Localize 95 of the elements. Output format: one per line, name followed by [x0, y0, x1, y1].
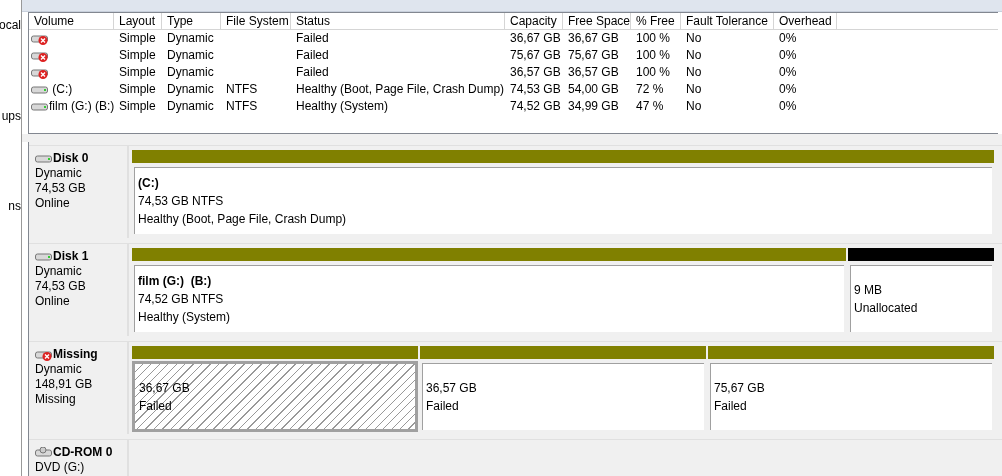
cd-drive-icon: [35, 446, 53, 459]
disk-info: Online: [35, 196, 71, 211]
disk-info: Dynamic: [35, 264, 83, 279]
partition-block[interactable]: 36,57 GB Failed: [420, 361, 706, 432]
table-cell: Simple: [119, 30, 156, 47]
partition-text: Healthy (Boot, Page File, Crash Dump): [138, 210, 348, 228]
table-cell: No: [686, 64, 702, 81]
partition-text: 36,57 GB: [426, 379, 478, 397]
failed-drive-icon: [31, 49, 49, 62]
partition-block[interactable]: 75,67 GB Failed: [708, 361, 994, 432]
table-cell: Healthy (Boot, Page File, Crash Dump): [296, 81, 505, 98]
table-cell: Simple: [119, 81, 156, 98]
partition-block[interactable]: (C:) 74,53 GB NTFS Healthy (Boot, Page File, Crash Dump): [132, 165, 994, 236]
table-cell: 36,57 GB: [510, 64, 561, 81]
table-cell: No: [686, 47, 702, 64]
drive-icon: [35, 250, 53, 263]
table-cell: No: [686, 81, 702, 98]
partition-text: Unallocated: [854, 299, 919, 317]
partition-text: 75,67 GB: [714, 379, 766, 397]
tree-item[interactable]: ns: [0, 197, 21, 215]
table-cell: NTFS: [226, 98, 258, 115]
table-cell: 0%: [779, 98, 797, 115]
disk-name: CD-ROM 0: [53, 445, 113, 460]
table-cell: 36,67 GB: [568, 30, 619, 47]
disk-name: Disk 1: [53, 249, 89, 264]
table-cell: Simple: [119, 47, 156, 64]
disk-info: 74,53 GB: [35, 279, 87, 294]
partition-text: Healthy (System): [138, 308, 232, 326]
partition-text: Failed: [426, 397, 460, 415]
table-cell: Failed: [296, 64, 329, 81]
table-cell: 0%: [779, 81, 797, 98]
table-cell: 0%: [779, 64, 797, 81]
table-cell: 54,00 GB: [568, 81, 619, 98]
disk-info: Dynamic: [35, 166, 83, 181]
table-cell: No: [686, 30, 702, 47]
table-cell: 36,67 GB: [510, 30, 561, 47]
disk-name: Missing: [53, 347, 98, 362]
table-cell: Dynamic: [167, 81, 214, 98]
table-cell: 36,57 GB: [568, 64, 619, 81]
partition-block[interactable]: 9 MB Unallocated: [848, 263, 994, 334]
table-cell: Dynamic: [167, 98, 214, 115]
partition-text: 74,52 GB NTFS: [138, 290, 225, 308]
table-cell: 100 %: [636, 47, 671, 64]
table-cell: Dynamic: [167, 64, 214, 81]
failed-drive-icon: [35, 348, 53, 361]
table-cell: Healthy (System): [296, 98, 389, 115]
drive-icon: [31, 100, 49, 113]
tree-item[interactable]: ups: [0, 107, 21, 125]
failed-drive-icon: [31, 66, 49, 79]
table-cell: 74,53 GB: [510, 81, 561, 98]
disk-name: Disk 0: [53, 151, 89, 166]
disk-label-panel[interactable]: Disk 0 Dynamic 74,53 GB Online: [29, 145, 129, 238]
table-cell: 0%: [779, 30, 797, 47]
partition-text: Failed: [714, 397, 748, 415]
table-cell: 100 %: [636, 30, 671, 47]
table-cell: NTFS: [226, 81, 258, 98]
table-cell: Dynamic: [167, 30, 214, 47]
table-cell: 75,67 GB: [568, 47, 619, 64]
table-cell: Simple: [119, 98, 156, 115]
partition-text: Failed: [139, 397, 173, 415]
disk-info: Dynamic: [35, 362, 83, 377]
table-cell: 47 %: [636, 98, 664, 115]
drive-icon: [35, 152, 53, 165]
table-cell: Simple: [119, 64, 156, 81]
table-cell-text: (C:): [51, 81, 73, 98]
table-cell: Dynamic: [167, 47, 214, 64]
pane-splitter[interactable]: [22, 134, 1002, 142]
volume-title: film (G:) (B:): [138, 272, 213, 290]
disk-info: 148,91 GB: [35, 377, 94, 392]
table-cell: Failed: [296, 30, 329, 47]
table-cell: 100 %: [636, 64, 671, 81]
disk-info: DVD (G:): [35, 460, 86, 475]
table-cell: 34,99 GB: [568, 98, 619, 115]
tree-item[interactable]: ocal: [0, 16, 21, 34]
partition-text: 36,67 GB: [139, 379, 191, 397]
table-cell: No: [686, 98, 702, 115]
failed-drive-icon: [31, 32, 49, 45]
partition-block[interactable]: film (G:) (B:) 74,52 GB NTFS Healthy (System): [132, 263, 846, 334]
table-cell: 72 %: [636, 81, 664, 98]
partition-block[interactable]: 36,67 GB Failed: [132, 361, 418, 432]
disk-info: Online: [35, 294, 71, 309]
volume-title: (C:): [138, 174, 160, 192]
partition-text: 9 MB: [854, 281, 883, 299]
table-cell: Failed: [296, 47, 329, 64]
disk-info: 74,53 GB: [35, 181, 87, 196]
table-cell: 75,67 GB: [510, 47, 561, 64]
disk-label-panel[interactable]: CD-ROM 0 DVD (G:): [29, 439, 129, 476]
disk-label-panel[interactable]: Disk 1 Dynamic 74,53 GB Online: [29, 243, 129, 336]
table-cell: 74,52 GB: [510, 98, 561, 115]
disk-label-panel[interactable]: Missing Dynamic 148,91 GB Missing: [29, 341, 129, 434]
partition-text: 74,53 GB NTFS: [138, 192, 225, 210]
table-cell: film (G:) (B:): [49, 98, 115, 115]
table-cell: 0%: [779, 47, 797, 64]
disk-info: Missing: [35, 392, 77, 407]
drive-icon: [31, 83, 49, 96]
